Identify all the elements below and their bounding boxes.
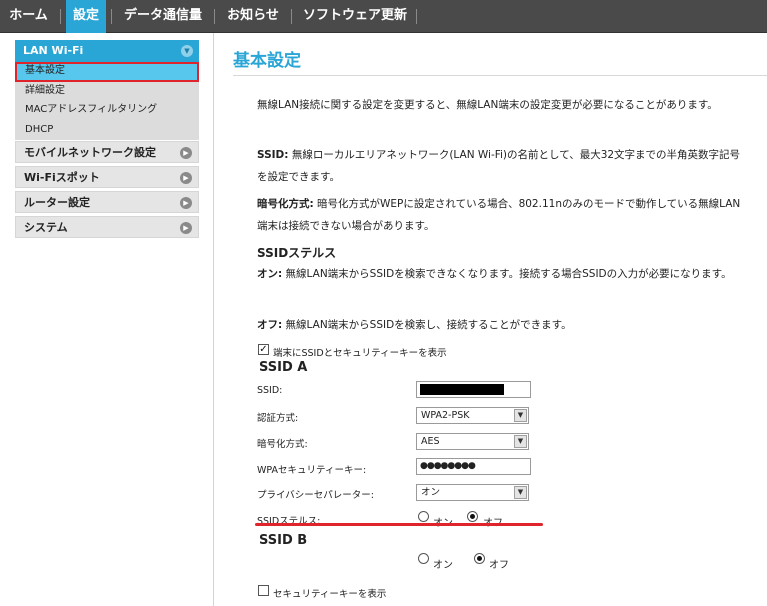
stealth-off-text: 無線LAN端末からSSIDを検索し、接続することができます。 [282, 319, 572, 331]
sidebar-group-router-settings[interactable]: ルーター設定 ▶ [15, 191, 199, 213]
sidebar-group-label: ルーター設定 [24, 196, 90, 209]
chevron-right-icon: ▶ [180, 222, 192, 234]
encryption-description-label: 暗号化方式: [257, 198, 314, 210]
chevron-down-icon: ▼ [514, 435, 527, 448]
nav-separator [111, 9, 112, 24]
nav-separator [214, 9, 215, 24]
nav-data-usage[interactable]: データ通信量 [118, 0, 208, 33]
highlight-underline [255, 523, 543, 526]
stealth-on-text: 無線LAN端末からSSIDを検索できなくなります。接続する場合SSIDの入力が必… [282, 268, 732, 280]
sidebar-group-label: モバイルネットワーク設定 [24, 146, 156, 159]
sidebar-group-mobile-network[interactable]: モバイルネットワーク設定 ▶ [15, 141, 199, 163]
sidebar-group-label: システム [24, 221, 68, 234]
sidebar-group-wifi-spot[interactable]: Wi-Fiスポット ▶ [15, 166, 199, 188]
ssid-b-stealth-on-radio[interactable] [418, 553, 429, 564]
sidebar-item-advanced-settings[interactable]: 詳細設定 [15, 82, 199, 100]
chevron-right-icon: ▶ [180, 147, 192, 159]
ssid-a-stealth-off-radio[interactable] [467, 511, 478, 522]
encryption-description: 暗号化方式: 暗号化方式がWEPに設定されている場合、802.11nのみのモード… [257, 193, 747, 237]
ssid-input[interactable] [416, 381, 531, 398]
intro-text: 無線LAN接続に関する設定を変更すると、無線LAN端末の設定変更が必要になること… [257, 99, 718, 111]
stealth-off-description: オフ: 無線LAN端末からSSIDを検索し、接続することができます。 [257, 314, 747, 336]
auth-method-value: WPA2-PSK [421, 410, 470, 421]
ssid-label: SSID: [257, 385, 283, 396]
sidebar-group-label: LAN Wi-Fi [23, 44, 84, 57]
ssid-description: SSID: 無線ローカルエリアネットワーク(LAN Wi-Fi)の名前として、最… [257, 144, 747, 188]
sidebar-group-lan-wifi[interactable]: LAN Wi-Fi ▼ [15, 40, 199, 62]
show-security-key-checkbox[interactable] [258, 585, 269, 596]
ssid-a-stealth-on-radio[interactable] [418, 511, 429, 522]
nav-separator [416, 9, 417, 24]
ssid-a-stealth-on-label: オン [433, 514, 453, 529]
chevron-right-icon: ▶ [180, 172, 192, 184]
ssid-description-text: 無線ローカルエリアネットワーク(LAN Wi-Fi)の名前として、最大32文字ま… [257, 149, 741, 183]
nav-home[interactable]: ホーム [0, 0, 57, 33]
ssid-a-heading: SSID A [259, 360, 308, 375]
title-divider [233, 75, 767, 76]
ssid-b-stealth-off-radio[interactable] [474, 553, 485, 564]
show-ssid-key-checkbox[interactable]: ✓ [258, 344, 269, 355]
auth-method-select[interactable]: WPA2-PSK ▼ [416, 407, 529, 424]
ssid-b-stealth-off-label: オフ [489, 560, 509, 571]
wpa-key-input[interactable]: ●●●●●●●● [416, 458, 531, 475]
stealth-on-label: オン: [257, 268, 283, 280]
sidebar-item-dhcp[interactable]: DHCP [15, 121, 199, 139]
nav-separator [291, 9, 292, 24]
nav-software-update[interactable]: ソフトウェア更新 [300, 0, 410, 33]
chevron-down-icon: ▼ [181, 45, 193, 57]
ssid-description-label: SSID: [257, 149, 289, 161]
encryption-label: 暗号化方式: [257, 439, 308, 450]
nav-settings[interactable]: 設定 [66, 0, 106, 33]
privacy-separator-value: オン [421, 487, 441, 498]
nav-separator [60, 9, 61, 24]
chevron-down-icon: ▼ [514, 409, 527, 422]
stealth-on-description: オン: 無線LAN端末からSSIDを検索できなくなります。接続する場合SSIDの… [257, 263, 747, 285]
encryption-select[interactable]: AES ▼ [416, 433, 529, 450]
sidebar-item-mac-filtering[interactable]: MACアドレスフィルタリング [15, 101, 199, 119]
wpa-key-label: WPAセキュリティーキー: [257, 465, 367, 476]
stealth-off-label: オフ: [257, 319, 283, 331]
auth-method-label: 認証方式: [257, 413, 299, 424]
ssid-b-stealth-on-label: オン [433, 560, 453, 571]
main-content: 基本設定 無線LAN接続に関する設定を変更すると、無線LAN端末の設定変更が必要… [215, 33, 767, 606]
chevron-down-icon: ▼ [514, 486, 527, 499]
ssid-a-stealth-off-label: オフ [483, 514, 503, 529]
nav-notifications[interactable]: お知らせ [222, 0, 284, 33]
ssid-b-heading: SSID B [259, 533, 308, 548]
stealth-heading: SSIDステルス [257, 246, 337, 260]
sidebar-item-basic-settings[interactable]: 基本設定 [15, 62, 199, 82]
ssid-redacted-value [420, 384, 504, 395]
sidebar: LAN Wi-Fi ▼ 基本設定 詳細設定 MACアドレスフィルタリング DHC… [0, 33, 214, 606]
privacy-separator-select[interactable]: オン ▼ [416, 484, 529, 501]
show-ssid-key-label: 端末にSSIDとセキュリティーキーを表示 [273, 348, 447, 359]
show-security-key-label: セキュリティーキーを表示 [273, 589, 387, 600]
chevron-right-icon: ▶ [180, 197, 192, 209]
sidebar-group-system[interactable]: システム ▶ [15, 216, 199, 238]
top-navigation: ホーム 設定 データ通信量 お知らせ ソフトウェア更新 [0, 0, 767, 33]
privacy-separator-label: プライバシーセパレーター: [257, 490, 375, 501]
sidebar-group-label: Wi-Fiスポット [24, 171, 100, 184]
encryption-description-text: 暗号化方式がWEPに設定されている場合、802.11nのみのモードで動作している… [257, 198, 741, 232]
sidebar-sublist: 基本設定 詳細設定 MACアドレスフィルタリング DHCP [15, 62, 199, 140]
page-title: 基本設定 [233, 51, 301, 71]
encryption-value: AES [421, 436, 440, 447]
